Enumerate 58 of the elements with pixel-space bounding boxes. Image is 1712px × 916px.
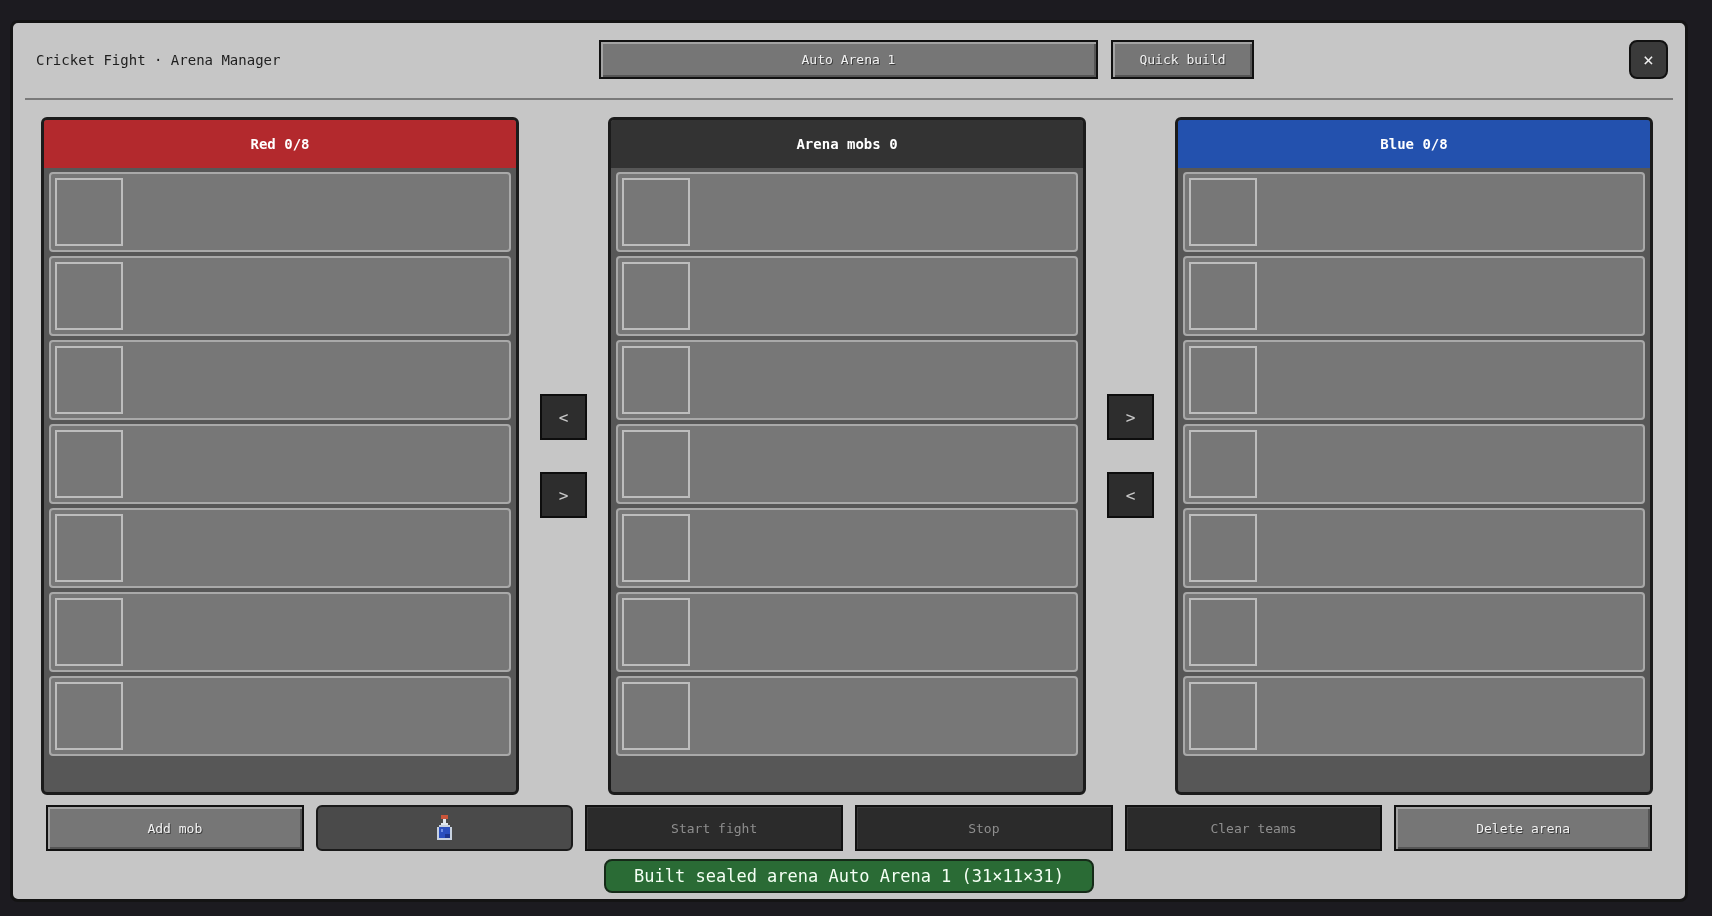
empty-frame-icon (55, 682, 123, 750)
mob-slot[interactable] (616, 256, 1078, 336)
empty-frame-icon (1189, 178, 1257, 246)
empty-frame-icon (622, 682, 690, 750)
mob-slot[interactable] (616, 424, 1078, 504)
empty-frame-icon (622, 598, 690, 666)
empty-frame-icon (622, 514, 690, 582)
empty-frame-icon (1189, 598, 1257, 666)
transfer-button[interactable]: > (1107, 394, 1154, 440)
empty-frame-icon (55, 262, 123, 330)
transfer-button[interactable]: > (540, 472, 587, 518)
mob-slot[interactable] (1183, 676, 1645, 756)
mob-slot[interactable] (1183, 340, 1645, 420)
close-button[interactable]: × (1629, 40, 1668, 79)
action-button[interactable]: Add mob (46, 805, 304, 851)
empty-frame-icon (622, 262, 690, 330)
action-button[interactable]: Delete arena (1394, 805, 1652, 851)
quick-build-button[interactable]: Quick build (1111, 40, 1254, 79)
status-message: Built sealed arena Auto Arena 1 (31×11×31) (604, 859, 1094, 893)
empty-frame-icon (622, 346, 690, 414)
mob-slot[interactable] (49, 172, 511, 252)
mob-slot[interactable] (49, 256, 511, 336)
empty-frame-icon (55, 514, 123, 582)
mob-slot[interactable] (49, 592, 511, 672)
transfer-button[interactable]: < (540, 394, 587, 440)
mob-slot[interactable] (616, 172, 1078, 252)
mob-slot[interactable] (49, 508, 511, 588)
empty-frame-icon (1189, 262, 1257, 330)
empty-frame-icon (55, 178, 123, 246)
mob-slot[interactable] (616, 340, 1078, 420)
list-header: Red 0/8 (44, 120, 516, 168)
empty-frame-icon (1189, 682, 1257, 750)
mob-slot[interactable] (1183, 256, 1645, 336)
empty-frame-icon (1189, 430, 1257, 498)
potion-button[interactable] (315, 805, 574, 851)
empty-frame-icon (55, 598, 123, 666)
empty-frame-icon (55, 346, 123, 414)
mob-slot[interactable] (616, 676, 1078, 756)
transfer-button[interactable]: < (1107, 472, 1154, 518)
empty-frame-icon (55, 430, 123, 498)
mob-slot[interactable] (49, 424, 511, 504)
mob-slot[interactable] (1183, 508, 1645, 588)
empty-frame-icon (622, 178, 690, 246)
empty-frame-icon (1189, 346, 1257, 414)
empty-frame-icon (1189, 514, 1257, 582)
arena-selector-button[interactable]: Auto Arena 1 (599, 40, 1098, 79)
list-header: Arena mobs 0 (611, 120, 1083, 168)
empty-frame-icon (622, 430, 690, 498)
mob-slot[interactable] (1183, 424, 1645, 504)
mob-slot[interactable] (1183, 172, 1645, 252)
list-header: Blue 0/8 (1178, 120, 1650, 168)
mob-slot[interactable] (1183, 592, 1645, 672)
mob-slot[interactable] (616, 508, 1078, 588)
mob-slot[interactable] (49, 676, 511, 756)
mob-slot[interactable] (616, 592, 1078, 672)
mob-slot[interactable] (49, 340, 511, 420)
potion-icon (435, 814, 454, 842)
window-title: Cricket Fight · Arena Manager (36, 51, 282, 68)
